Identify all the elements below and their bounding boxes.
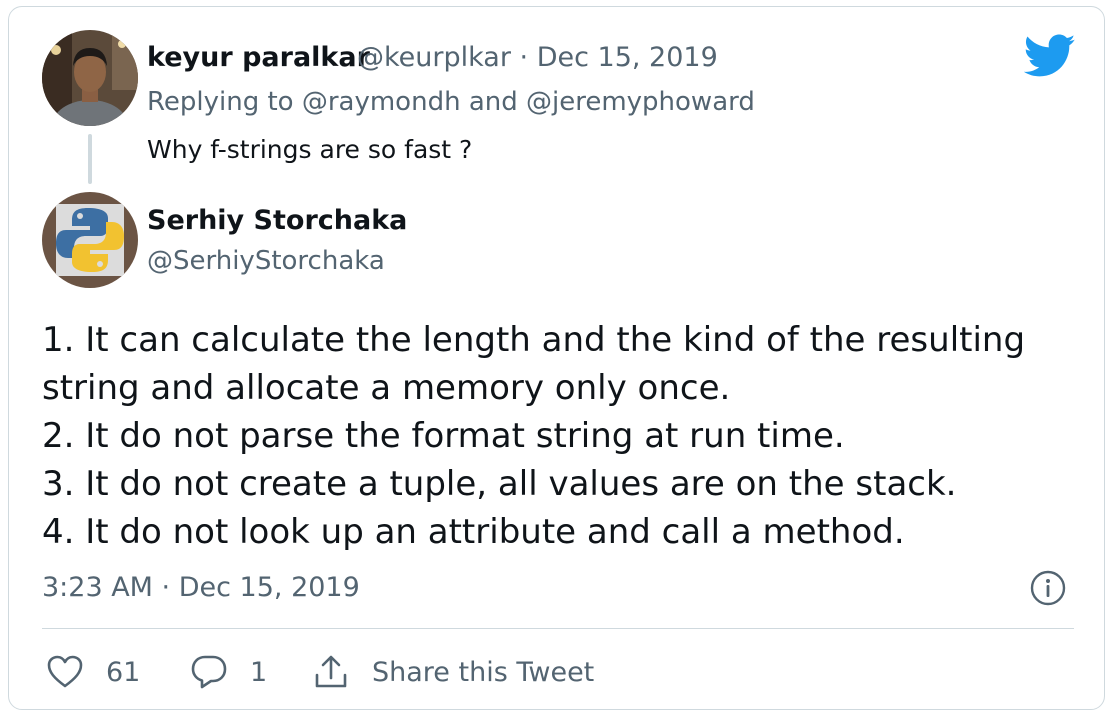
divider	[42, 628, 1074, 629]
share-icon	[315, 655, 347, 688]
twitter-bird-icon[interactable]	[1024, 34, 1076, 78]
reply-text-line: 2. It do not parse the format string at …	[42, 416, 845, 456]
parent-avatar[interactable]	[42, 30, 138, 126]
reply-bubble-icon	[191, 655, 227, 689]
reply-tweet-text: 1. It can calculate the length and the k…	[42, 316, 1025, 556]
heart-icon	[47, 655, 83, 688]
replying-to[interactable]: Replying to @raymondh and @jeremyphoward	[147, 87, 755, 117]
reply-button[interactable]: 1	[190, 652, 267, 692]
parent-handle-date[interactable]: @keurplkar · Dec 15, 2019	[357, 42, 718, 73]
share-label: Share this Tweet	[372, 656, 595, 688]
reply-count: 1	[250, 656, 268, 688]
share-button[interactable]: Share this Tweet	[312, 652, 594, 692]
parent-tweet-text: Why f-strings are so fast ?	[147, 135, 473, 164]
parent-author-name[interactable]: keyur paralkar	[147, 42, 370, 73]
reply-author-name[interactable]: Serhiy Storchaka	[147, 205, 407, 236]
reply-author-handle[interactable]: @SerhiyStorchaka	[147, 246, 385, 276]
reply-text-line: 4. It do not look up an attribute and ca…	[42, 512, 905, 552]
reply-text-line: string and allocate a memory only once.	[42, 368, 731, 408]
info-icon[interactable]	[1030, 570, 1066, 606]
reply-text-line: 1. It can calculate the length and the k…	[42, 320, 1026, 360]
reply-avatar[interactable]	[42, 192, 138, 288]
tweet-timestamp[interactable]: 3:23 AM · Dec 15, 2019	[42, 572, 360, 603]
like-count: 61	[106, 656, 141, 688]
thread-line	[88, 134, 92, 184]
reply-text-line: 3. It do not create a tuple, all values …	[42, 464, 957, 504]
like-button[interactable]: 61	[46, 652, 140, 692]
